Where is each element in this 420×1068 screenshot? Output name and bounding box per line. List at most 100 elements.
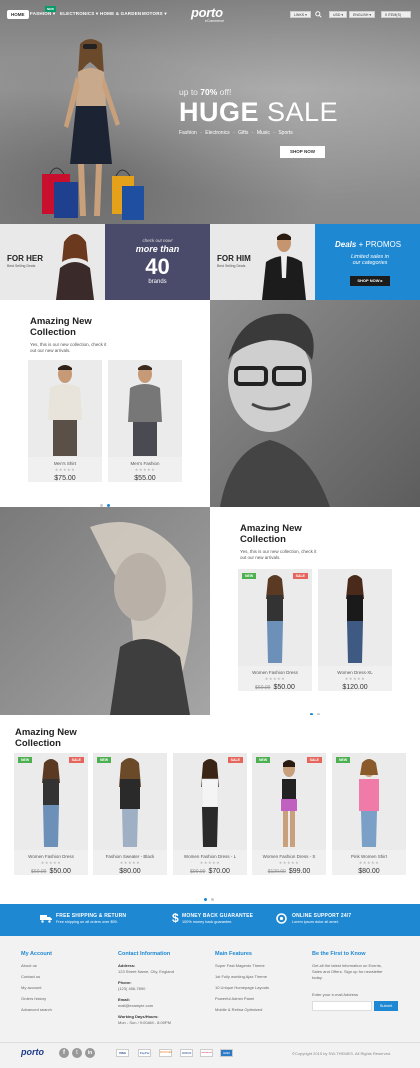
- product-image[interactable]: SALE: [173, 753, 247, 850]
- product-name[interactable]: Women Fashion Dress: [238, 670, 312, 675]
- product-name[interactable]: Women Dress-XL: [318, 670, 392, 675]
- product-card[interactable]: SALE Women Fashion Dress - L ★★★★★ $90.0…: [173, 753, 247, 875]
- product-price: $80.00: [119, 868, 141, 875]
- hero-shop-now-button[interactable]: SHOP NOW: [280, 146, 325, 158]
- logo-tagline: eCommerce: [205, 19, 225, 23]
- section2-woman-photo: [0, 507, 210, 715]
- product-price: $120.00 $99.00: [267, 868, 311, 875]
- nav-new-badge: NEW: [45, 6, 56, 12]
- rating-stars: ★★★★★: [358, 860, 380, 865]
- cart-button[interactable]: 0 ITEM(S): [381, 11, 411, 18]
- footer-link[interactable]: My account: [21, 985, 52, 990]
- carousel-dots[interactable]: [202, 888, 216, 901]
- paypal-icon: PayPal: [138, 1049, 151, 1057]
- facebook-icon[interactable]: f: [59, 1048, 69, 1058]
- section3-heading: Amazing New Collection: [15, 727, 77, 749]
- footer-link[interactable]: About us: [21, 963, 52, 968]
- product-name[interactable]: Fashion Sweater - Black: [93, 854, 167, 859]
- search-icon[interactable]: [315, 11, 322, 18]
- links-dropdown[interactable]: LINKS ▾: [290, 11, 311, 18]
- newsletter-email-input[interactable]: [312, 1001, 372, 1011]
- product-card[interactable]: Men's Shirt ★★★★★ $75.00: [28, 360, 102, 482]
- carousel-dots[interactable]: [308, 703, 322, 716]
- footer-link[interactable]: Contact us: [21, 974, 52, 979]
- rating-stars: ★★★★★: [278, 860, 300, 865]
- product-image[interactable]: NEW SALE: [252, 753, 326, 850]
- product-card[interactable]: NEW Fashion Sweater - Black ★★★★★ $80.00: [93, 753, 167, 875]
- new-badge: NEW: [256, 757, 271, 763]
- product-image[interactable]: NEW: [93, 753, 167, 850]
- promo-for-him[interactable]: FOR HIM Best Selling Deals: [210, 224, 315, 300]
- product-card[interactable]: Women Dress-XL ★★★★★ $120.00: [318, 569, 392, 691]
- footer-link[interactable]: Orders history: [21, 996, 52, 1001]
- social-links: f t in: [59, 1048, 99, 1058]
- section1-man-photo: [210, 300, 420, 507]
- amex-icon: AMEX: [220, 1049, 233, 1057]
- promo-deals[interactable]: Deals + PROMOS Limited sales in our categ…: [315, 224, 420, 300]
- linkedin-icon[interactable]: in: [85, 1048, 95, 1058]
- top-navigation: HOME FASHION ▾ NEW ELECTRONICS ▾ HOME & …: [0, 0, 420, 30]
- product-image[interactable]: [28, 360, 102, 457]
- product-image[interactable]: [108, 360, 182, 457]
- nav-home-garden[interactable]: HOME & GARDEN: [100, 11, 141, 16]
- product-name[interactable]: Women Fashion Dress: [14, 854, 88, 859]
- new-badge: NEW: [97, 757, 112, 763]
- promo-deals-sub: Limited sales in our categories: [351, 254, 389, 266]
- product-card[interactable]: NEW SALE Women Fashion Dress ★★★★★ $60.0…: [238, 569, 312, 691]
- product-price: $90.00 $70.00: [190, 868, 230, 875]
- twitter-icon[interactable]: t: [72, 1048, 82, 1058]
- woman-portrait-image: [90, 522, 193, 715]
- nav-home[interactable]: HOME: [7, 10, 29, 19]
- rating-stars: ★★★★★: [264, 676, 286, 681]
- footer-link[interactable]: Advanced search: [21, 1007, 52, 1012]
- product-image[interactable]: NEW: [332, 753, 406, 850]
- product-card[interactable]: NEW Pink Women Shirt ★★★★★ $80.00: [332, 753, 406, 875]
- footer-logo[interactable]: porto: [21, 1047, 44, 1057]
- product-name[interactable]: Men's Shirt: [28, 461, 102, 466]
- promo-him-image: [262, 233, 306, 300]
- product-price: $75.00: [54, 475, 76, 482]
- product-card[interactable]: NEW SALE Women Fashion Dress - S ★★★★★ $…: [252, 753, 326, 875]
- product-card[interactable]: Men's Fashion ★★★★★ $55.00: [108, 360, 182, 482]
- footer: My Account About us Contact us My accoun…: [0, 936, 420, 1068]
- newsletter-submit-button[interactable]: Submit: [374, 1001, 398, 1011]
- hero-model-image: [42, 39, 144, 220]
- product-name[interactable]: Women Fashion Dress - S: [252, 854, 326, 859]
- product-price: $60.00 $50.00: [255, 684, 295, 691]
- promo-brands[interactable]: check out now! more than 40 brands: [105, 224, 210, 300]
- cirrus-icon: CIRRUS: [180, 1049, 193, 1057]
- promo-title: FOR HIM: [217, 254, 251, 263]
- rating-stars: ★★★★★: [134, 467, 156, 472]
- product-image[interactable]: [318, 569, 392, 666]
- product-image[interactable]: NEW SALE: [14, 753, 88, 850]
- product-name[interactable]: Pink Women Shirt: [332, 854, 406, 859]
- language-dropdown[interactable]: ENGLISH ▾: [349, 11, 376, 18]
- footer-divider: [0, 1042, 420, 1043]
- lifebuoy-icon: [276, 913, 287, 924]
- product-name[interactable]: Men's Fashion: [108, 461, 182, 466]
- rating-stars: ★★★★★: [54, 467, 76, 472]
- footer-newsletter: Be the First to Know Get all the latest …: [312, 951, 412, 1011]
- sale-badge: SALE: [68, 757, 84, 763]
- product-card[interactable]: NEW SALE Women Fashion Dress ★★★★★ $60.0…: [14, 753, 88, 875]
- section1-heading: Amazing New Collection Yes, this is our …: [30, 316, 107, 353]
- site-logo[interactable]: porto eCommerce: [191, 6, 224, 23]
- mastercard-icon: mastercard: [200, 1049, 213, 1057]
- product-name[interactable]: Women Fashion Dress - L: [173, 854, 247, 859]
- promo-deals-shop-button[interactable]: SHOP NOW ▸: [350, 276, 390, 286]
- promo-brands-line2: more than: [135, 244, 180, 254]
- carousel-dots[interactable]: [98, 494, 112, 507]
- product-image[interactable]: NEW SALE: [238, 569, 312, 666]
- promo-brands-number: 40: [145, 254, 170, 279]
- nav-motors[interactable]: MOTORS ▾: [142, 11, 167, 17]
- section2-heading: Amazing New Collection Yes, this is our …: [240, 523, 317, 560]
- footer-email-link[interactable]: mail@example.com: [118, 1003, 174, 1008]
- new-badge: NEW: [336, 757, 351, 763]
- footer-contact: Contact Information Address: 123 Street …: [118, 951, 174, 1025]
- feature-shipping: FREE SHIPPING & RETURN Free shipping on a…: [40, 913, 126, 924]
- currency-dropdown[interactable]: USD ▾: [329, 11, 348, 18]
- nav-electronics[interactable]: ELECTRONICS ▾: [60, 11, 98, 17]
- promo-for-her[interactable]: FOR HER Best Selling Deals: [0, 224, 105, 300]
- collection-section-1: Amazing New Collection Yes, this is our …: [0, 300, 210, 507]
- hero-title: HUGE SALE: [179, 97, 339, 127]
